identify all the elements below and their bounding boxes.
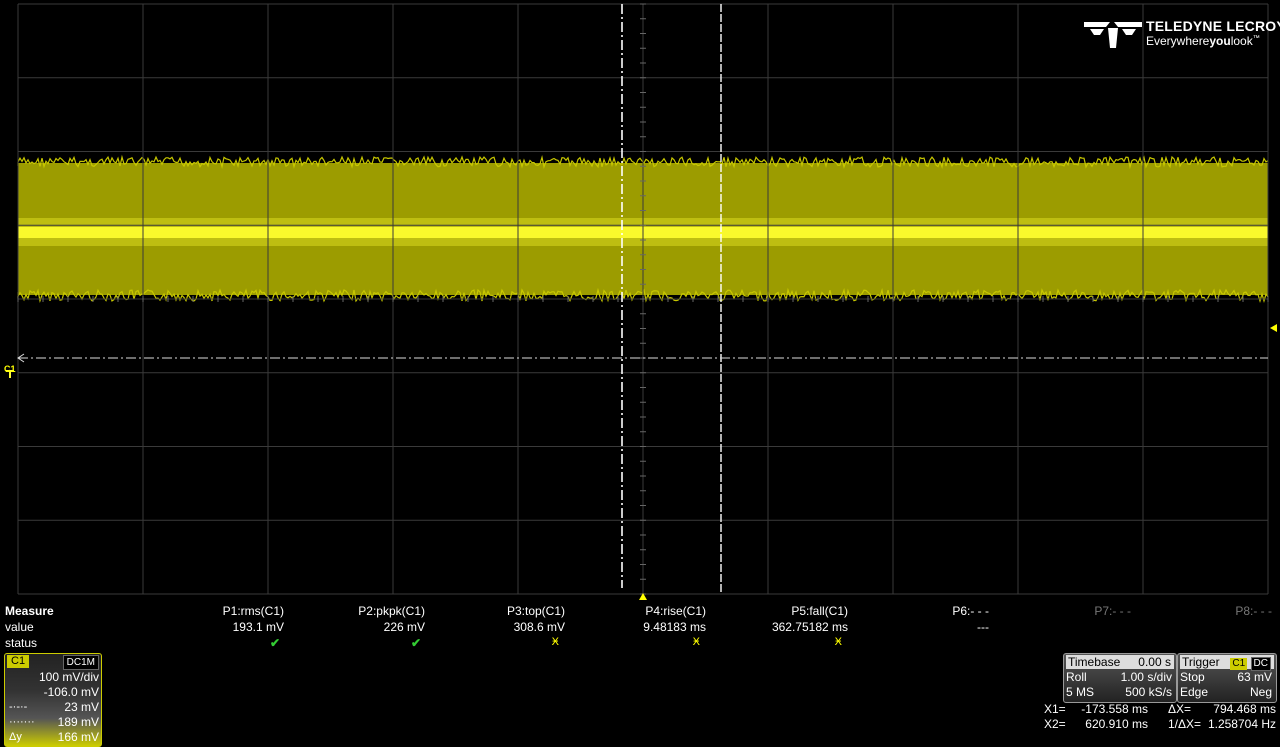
- timebase-header: Timebase 0.00 s: [1066, 655, 1174, 669]
- measure-table[interactable]: Measure value status P1:rms(C1) 193.1 mV ✔…: [0, 604, 1280, 652]
- measure-param-name[interactable]: P7:- - -: [991, 604, 1131, 618]
- measure-param-name[interactable]: P6:- - -: [849, 604, 989, 618]
- status-warning-icon: Ӿ: [551, 636, 559, 648]
- channel-vdiv-row: 100 mV/div: [38, 670, 99, 684]
- trigger-type-row: Edge Neg: [1180, 685, 1272, 699]
- status-ok-icon: ✔: [269, 636, 280, 650]
- measure-value-label: value: [5, 620, 34, 634]
- measure-param-name[interactable]: P1:rms(C1): [144, 604, 284, 618]
- trigger-descriptor[interactable]: Trigger C1 DC Stop 63 mV Edge Neg: [1177, 653, 1277, 703]
- status-warning-icon: Ӿ: [834, 636, 842, 648]
- trigger-position-arrow-icon[interactable]: [639, 593, 647, 600]
- channel-label: C1: [7, 655, 30, 668]
- timebase-mode-row: Roll 1.00 s/div: [1066, 670, 1172, 684]
- status-ok-icon: ✔: [410, 636, 421, 650]
- trigger-coupling: DC: [1250, 657, 1271, 671]
- trigger-source: C1: [1230, 658, 1248, 670]
- measure-status-label: status: [5, 636, 38, 650]
- trigger-level-arrow-icon[interactable]: [1270, 324, 1277, 332]
- channel-coupling: DC1M: [62, 655, 99, 670]
- channel-offset-marker[interactable]: C1: [4, 364, 16, 374]
- trigger-state-row: Stop 63 mV: [1180, 670, 1272, 684]
- cursor1-line-icon: -·-·-: [9, 701, 28, 713]
- channel-c1-descriptor[interactable]: C1 DC1M 100 mV/div -106.0 mV -·-·- 23 mV …: [4, 653, 102, 747]
- measure-param-name[interactable]: P5:fall(C1): [708, 604, 848, 618]
- measure-title: Measure: [5, 604, 54, 618]
- measure-param-name[interactable]: P2:pkpk(C1): [285, 604, 425, 618]
- logo-brand: TELEDYNE LECROY: [1146, 18, 1280, 34]
- teledyne-lecroy-logo: TELEDYNE LECROY Everywhereyoulook™: [1084, 18, 1280, 50]
- cursor-row-1: X1= -173.558 ms ΔX= 794.468 ms: [1044, 702, 1276, 716]
- channel-cursor2-row: ······· 189 mV: [9, 715, 99, 729]
- waveform-display[interactable]: TELEDYNE LECROY Everywhereyoulook™ C1: [0, 0, 1280, 600]
- timebase-samples-row: 5 MS 500 kS/s: [1066, 685, 1172, 699]
- measure-param-value: 193.1 mV: [232, 620, 284, 634]
- timebase-descriptor[interactable]: Timebase 0.00 s Roll 1.00 s/div 5 MS 500 kS…: [1063, 653, 1177, 703]
- measure-param-value: ---: [977, 620, 989, 634]
- measure-param-value: 226 mV: [383, 620, 425, 634]
- status-warning-icon: Ӿ: [692, 636, 700, 648]
- measure-param-value: 9.48183 ms: [643, 620, 706, 634]
- trigger-header: Trigger C1 DC: [1180, 655, 1274, 671]
- waveform-grid: [6, 3, 1269, 595]
- logo-tagline: Everywhereyoulook™: [1146, 34, 1260, 48]
- cursor-row-2: X2= 620.910 ms 1/ΔX= 1.258704 Hz: [1044, 717, 1276, 731]
- channel-offset-row: -106.0 mV: [43, 685, 99, 699]
- channel-cursor1-row: -·-·- 23 mV: [9, 700, 99, 714]
- measure-param-name[interactable]: P3:top(C1): [425, 604, 565, 618]
- channel-header: C1 DC1M: [5, 654, 101, 670]
- measure-param-name[interactable]: P8:- - -: [1132, 604, 1272, 618]
- channel-delta-row: Δy 166 mV: [9, 730, 99, 744]
- measure-param-value: 362.75182 ms: [771, 620, 848, 634]
- measure-param-name[interactable]: P4:rise(C1): [566, 604, 706, 618]
- measure-param-value: 308.6 mV: [513, 620, 565, 634]
- cursor2-line-icon: ·······: [9, 716, 35, 728]
- lecroy-logo-icon: [1084, 22, 1142, 48]
